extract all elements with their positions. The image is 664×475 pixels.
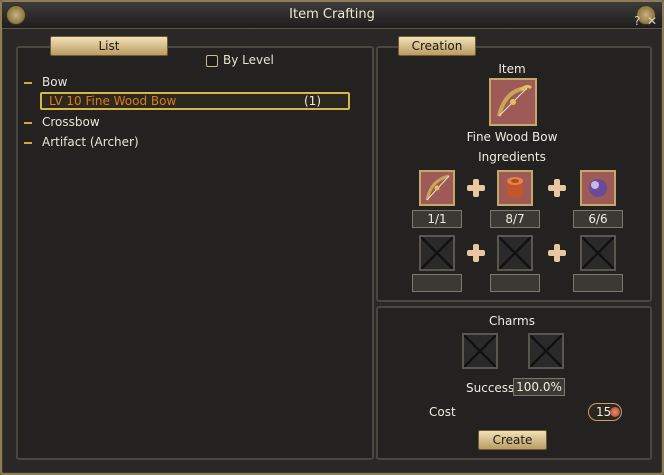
recipe-count: (1) bbox=[304, 94, 321, 108]
ingredient-count-4 bbox=[412, 274, 462, 292]
ingredient-count-5 bbox=[490, 274, 540, 292]
bow-icon bbox=[425, 174, 450, 201]
charms-heading: Charms bbox=[488, 314, 535, 328]
recipe-name: LV 10 Fine Wood Bow bbox=[49, 94, 177, 108]
help-button[interactable]: ? bbox=[634, 14, 640, 28]
ingredients-heading: Ingredients bbox=[478, 150, 546, 164]
tree-category-crossbow[interactable]: Crossbow bbox=[24, 115, 100, 129]
ingredient-slot-6[interactable] bbox=[580, 235, 616, 271]
tree-label-crossbow: Crossbow bbox=[42, 115, 100, 129]
plus-icon bbox=[547, 178, 567, 198]
wood-log-icon bbox=[507, 177, 523, 198]
collapse-dash-icon bbox=[24, 81, 32, 84]
purple-orb-icon bbox=[589, 179, 607, 197]
tree-label-artifact: Artifact (Archer) bbox=[42, 135, 139, 149]
item-name: Fine Wood Bow bbox=[466, 130, 558, 144]
success-label: Success bbox=[466, 381, 515, 395]
ingredient-count-3: 6/6 bbox=[573, 210, 623, 228]
plus-icon bbox=[547, 243, 567, 263]
ingredient-slot-1[interactable] bbox=[419, 170, 455, 206]
bow-icon bbox=[497, 84, 533, 117]
plus-icon bbox=[466, 178, 486, 198]
title-bar[interactable]: Item Crafting bbox=[2, 2, 662, 29]
success-value: 100.0% bbox=[513, 378, 565, 396]
item-heading: Item bbox=[498, 62, 526, 76]
tree-category-bow[interactable]: Bow bbox=[24, 75, 67, 89]
tree-category-artifact[interactable]: Artifact (Archer) bbox=[24, 135, 139, 149]
coin-icon bbox=[610, 407, 620, 417]
ingredient-slot-5[interactable] bbox=[497, 235, 533, 271]
cost-label: Cost bbox=[429, 405, 456, 419]
charm-slot-1[interactable] bbox=[462, 333, 498, 369]
tab-list[interactable]: List bbox=[50, 36, 168, 56]
collapse-dash-icon bbox=[24, 141, 32, 144]
tree-label-bow: Bow bbox=[42, 75, 68, 89]
close-button[interactable]: ✕ bbox=[647, 14, 657, 28]
create-button[interactable]: Create bbox=[478, 430, 547, 450]
result-item-slot[interactable] bbox=[489, 78, 537, 126]
window-title: Item Crafting bbox=[289, 7, 375, 22]
plus-icon bbox=[466, 243, 486, 263]
by-level-checkbox[interactable] bbox=[206, 55, 218, 67]
recipe-row-selected[interactable]: LV 10 Fine Wood Bow (1) bbox=[40, 92, 350, 110]
cost-value: 15 bbox=[596, 405, 612, 419]
ingredient-slot-4[interactable] bbox=[419, 235, 455, 271]
ingredient-slot-3[interactable] bbox=[580, 170, 616, 206]
ingredient-count-1: 1/1 bbox=[412, 210, 462, 228]
ingredient-count-2: 8/7 bbox=[490, 210, 540, 228]
collapse-dash-icon bbox=[24, 121, 32, 124]
charm-slot-2[interactable] bbox=[528, 333, 564, 369]
crafting-window: Item Crafting ? ✕ List By Level Bow LV 1… bbox=[0, 0, 664, 475]
ingredient-count-6 bbox=[573, 274, 623, 292]
tab-creation[interactable]: Creation bbox=[398, 36, 476, 56]
ingredient-slot-2[interactable] bbox=[497, 170, 533, 206]
by-level-label: By Level bbox=[223, 53, 274, 67]
cost-box: 15 bbox=[588, 403, 622, 421]
